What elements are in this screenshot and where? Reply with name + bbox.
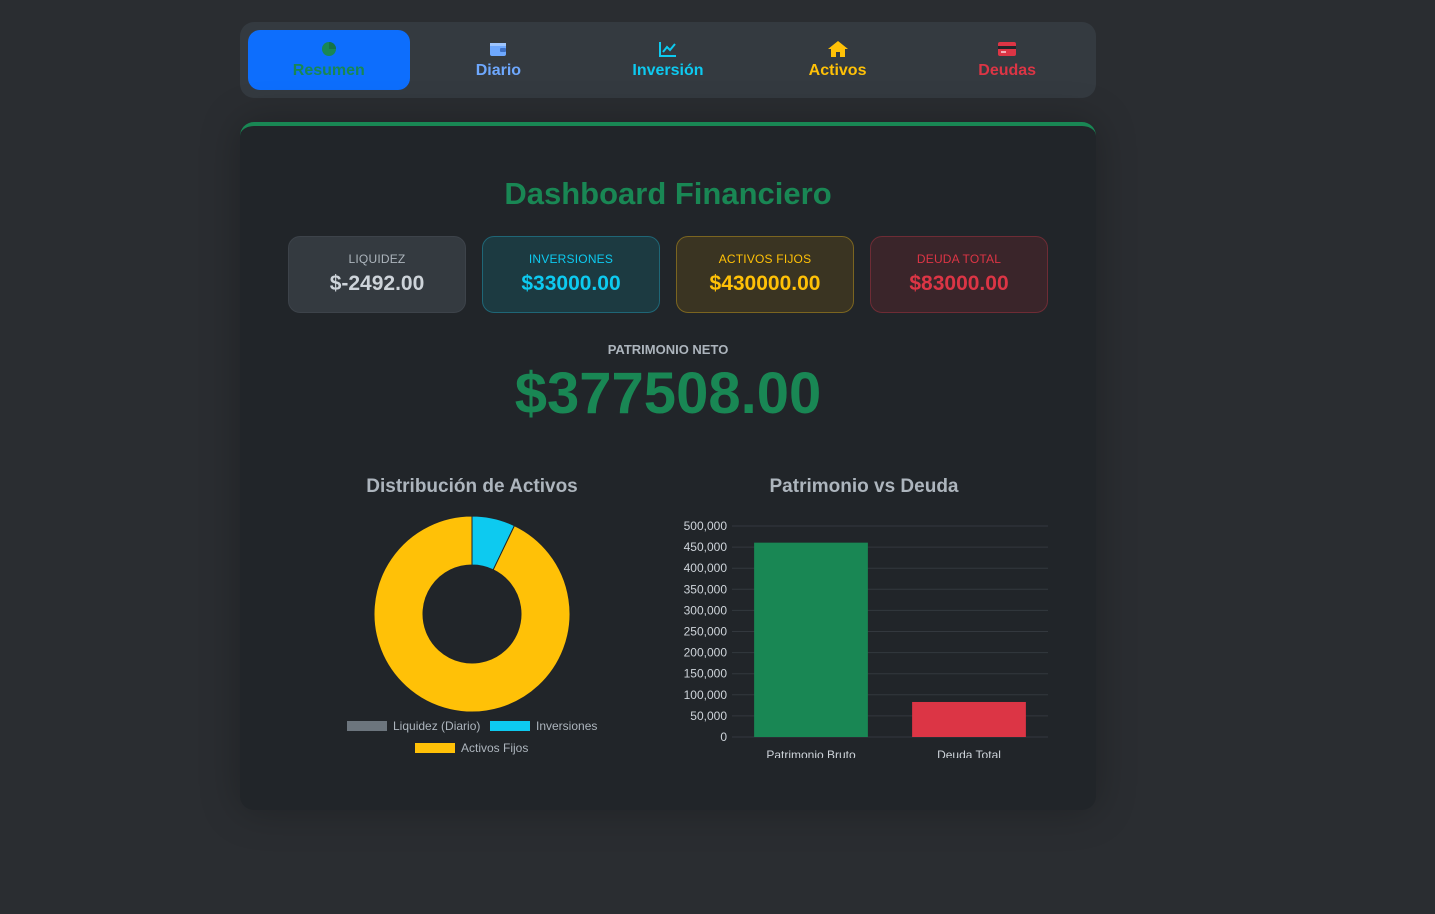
stat-value: $430000.00 xyxy=(709,272,821,295)
net-worth-label: PATRIMONIO NETO xyxy=(607,342,729,357)
wallet-icon xyxy=(489,40,507,58)
pie-chart-icon xyxy=(321,40,337,58)
y-tick-label: 0 xyxy=(720,730,727,744)
tab-diario-label: Diario xyxy=(475,62,522,79)
stat-value: $33000.00 xyxy=(521,272,621,295)
legend-label[interactable]: Inversiones xyxy=(536,719,597,733)
bar[interactable] xyxy=(912,701,1026,737)
bar-chart: 0 50,000 100,000 150,000 200,000 250,000 300,0… xyxy=(684,519,1048,758)
y-tick-label: 100,000 xyxy=(684,688,728,702)
stat-label: DEUDA TOTAL xyxy=(916,252,1002,266)
credit-card-icon xyxy=(997,40,1017,58)
tab-activos[interactable]: Activos xyxy=(757,30,919,90)
legend-swatch xyxy=(347,721,387,731)
stat-deuda-total: DEUDA TOTAL $83000.00 xyxy=(870,236,1048,313)
y-tick-label: 400,000 xyxy=(684,561,728,575)
y-tick-label: 350,000 xyxy=(684,582,728,596)
stat-value: $-2492.00 xyxy=(329,272,425,295)
tab-resumen-label: Resumen xyxy=(292,62,365,79)
donut-chart-title: Distribución de Activos xyxy=(366,476,578,497)
stat-label: LIQUIDEZ xyxy=(348,252,406,266)
stat-inversiones: INVERSIONES $33000.00 xyxy=(482,236,660,313)
y-tick-label: 450,000 xyxy=(684,540,728,554)
legend-swatch xyxy=(490,721,530,731)
tab-diario[interactable]: Diario xyxy=(418,30,580,90)
dashboard-card: Dashboard Financiero LIQUIDEZ $-2492.00 … xyxy=(240,122,1096,810)
y-tick-label: 50,000 xyxy=(690,709,727,723)
y-tick-label: 150,000 xyxy=(684,667,728,681)
stat-label: INVERSIONES xyxy=(528,252,614,266)
page-title: Dashboard Financiero xyxy=(504,176,832,211)
net-worth-value: $377508.00 xyxy=(514,361,822,426)
tab-inversion-label: Inversión xyxy=(632,62,704,79)
y-tick-label: 500,000 xyxy=(684,519,728,533)
y-tick-label: 300,000 xyxy=(684,603,728,617)
donut-slice[interactable] xyxy=(373,515,571,713)
y-tick-label: 250,000 xyxy=(684,625,728,639)
bar[interactable] xyxy=(754,542,868,737)
stat-liquidez: LIQUIDEZ $-2492.00 xyxy=(288,236,466,313)
legend-swatch xyxy=(415,743,455,753)
stat-activos-fijos: ACTIVOS FIJOS $430000.00 xyxy=(676,236,854,313)
stat-label: ACTIVOS FIJOS xyxy=(718,252,812,266)
tab-resumen[interactable]: Resumen xyxy=(248,30,410,90)
bar-chart-title: Patrimonio vs Deuda xyxy=(769,476,959,497)
tab-deudas[interactable]: Deudas xyxy=(926,30,1088,90)
home-icon xyxy=(827,40,848,58)
x-tick-label: Patrimonio Bruto xyxy=(766,748,856,758)
tab-deudas-label: Deudas xyxy=(978,62,1037,79)
stat-value: $83000.00 xyxy=(909,272,1009,295)
main-nav: Resumen Diario Inversión Activos Deudas xyxy=(240,22,1096,98)
donut-chart: Liquidez (Diario) Inversiones Activos Fijo… xyxy=(347,515,597,755)
tab-activos-label: Activos xyxy=(808,62,867,79)
legend-label[interactable]: Activos Fijos xyxy=(461,741,528,755)
legend-label[interactable]: Liquidez (Diario) xyxy=(393,719,480,733)
y-tick-label: 200,000 xyxy=(684,646,728,660)
line-chart-icon xyxy=(658,40,677,58)
tab-inversion[interactable]: Inversión xyxy=(587,30,749,90)
x-tick-label: Deuda Total xyxy=(937,748,1001,758)
